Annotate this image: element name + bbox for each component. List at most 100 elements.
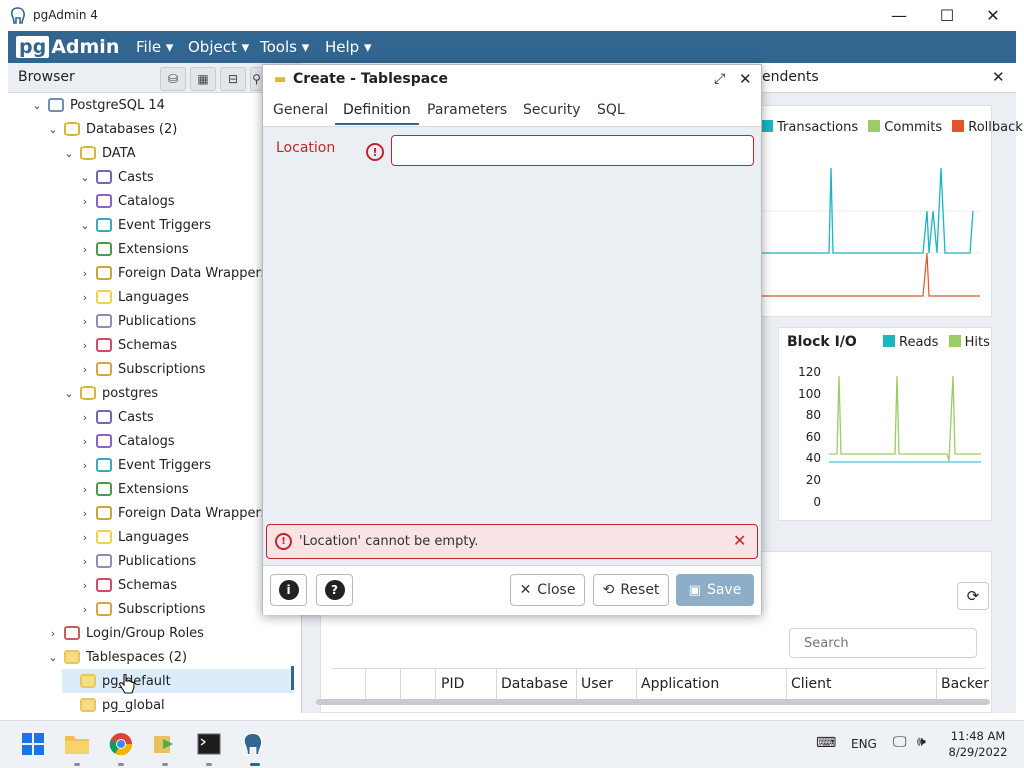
column-header-pid[interactable]: PID xyxy=(441,676,464,692)
chevron-right-icon[interactable]: › xyxy=(78,339,92,352)
maximize-button[interactable]: ☐ xyxy=(924,0,970,31)
keyboard-icon[interactable]: ⌨ xyxy=(816,735,836,751)
subscription-icon xyxy=(96,602,112,616)
network-icon[interactable]: 🖵 xyxy=(893,734,907,750)
tree-item[interactable]: › Login/Group Roles xyxy=(46,621,294,645)
tree-item-label: Schemas xyxy=(118,577,178,593)
tab-parameters[interactable]: Parameters xyxy=(427,102,507,118)
chevron-down-icon[interactable]: ⌄ xyxy=(46,651,60,664)
menu-tools[interactable]: Tools ▾ xyxy=(260,38,309,56)
chevron-right-icon[interactable]: › xyxy=(78,411,92,424)
refresh-button[interactable]: ⟳ xyxy=(957,582,989,610)
chevron-down-icon[interactable]: ⌄ xyxy=(62,147,76,160)
column-header-client[interactable]: Client xyxy=(791,676,832,692)
menu-help[interactable]: Help ▾ xyxy=(325,38,372,56)
start-button[interactable] xyxy=(20,731,46,757)
activity-search-box[interactable] xyxy=(789,628,977,658)
save-button[interactable]: ▣ Save xyxy=(676,574,754,606)
menu-file[interactable]: File ▾ xyxy=(136,38,173,56)
block-io-card: Block I/O Reads Hits 120 100 80 60 40 20… xyxy=(778,327,992,521)
chevron-right-icon[interactable]: › xyxy=(78,195,92,208)
dialog-header[interactable]: ▬ Create - Tablespace ⤢ ✕ xyxy=(263,65,761,95)
folder-icon: ▬ xyxy=(274,72,287,87)
tab-general[interactable]: General xyxy=(273,102,328,118)
terminal-button[interactable] xyxy=(196,731,222,757)
chevron-down-icon[interactable]: ⌄ xyxy=(78,171,92,184)
dismiss-error-icon[interactable]: ✕ xyxy=(733,531,746,550)
tab-sql[interactable]: SQL xyxy=(597,102,625,118)
app-button[interactable] xyxy=(152,731,178,757)
tree-item[interactable]: pg_default xyxy=(62,669,294,693)
view-data-button[interactable]: ▦ xyxy=(190,67,216,91)
chevron-right-icon[interactable]: › xyxy=(78,483,92,496)
chevron-right-icon[interactable]: › xyxy=(78,603,92,616)
search-objects-button[interactable]: ⚲ xyxy=(250,67,262,91)
chevron-right-icon[interactable]: › xyxy=(78,555,92,568)
chevron-right-icon[interactable]: › xyxy=(46,627,60,640)
tree-item[interactable]: pg_global xyxy=(62,693,294,713)
minimize-button[interactable]: — xyxy=(876,0,922,31)
chevron-right-icon[interactable]: › xyxy=(78,531,92,544)
chevron-right-icon[interactable]: › xyxy=(78,459,92,472)
language-indicator[interactable]: ENG xyxy=(851,737,877,751)
chevron-right-icon[interactable]: › xyxy=(78,243,92,256)
location-input[interactable] xyxy=(392,136,753,165)
column-header-application[interactable]: Application xyxy=(641,676,719,692)
chevron-right-icon[interactable]: › xyxy=(78,579,92,592)
column-divider xyxy=(576,669,577,699)
tree-item[interactable]: ⌄ Databases (2) xyxy=(46,117,294,141)
hand-cursor-icon xyxy=(119,674,135,694)
fdw-icon xyxy=(96,506,112,520)
tab-dependents[interactable]: endents xyxy=(762,69,819,85)
chevron-right-icon[interactable]: › xyxy=(78,435,92,448)
chevron-right-icon[interactable]: › xyxy=(78,291,92,304)
tree-item-label: Subscriptions xyxy=(118,361,206,377)
column-header-database[interactable]: Database xyxy=(501,676,568,692)
chevron-right-icon[interactable]: › xyxy=(78,507,92,520)
chevron-down-icon[interactable]: ⌄ xyxy=(46,123,60,136)
chevron-right-icon[interactable]: › xyxy=(78,267,92,280)
tree-scrollbar-thumb[interactable] xyxy=(291,666,294,690)
horizontal-scrollbar[interactable] xyxy=(316,699,990,705)
chrome-button[interactable] xyxy=(108,731,134,757)
close-dialog-icon[interactable]: ✕ xyxy=(739,70,752,88)
column-header-user[interactable]: User xyxy=(581,676,613,692)
menu-object[interactable]: Object ▾ xyxy=(188,38,249,56)
tab-security[interactable]: Security xyxy=(523,102,581,118)
chevron-right-icon[interactable]: › xyxy=(78,363,92,376)
info-button[interactable]: i xyxy=(270,574,307,606)
chevron-down-icon[interactable]: ⌄ xyxy=(62,387,76,400)
close-window-button[interactable]: ✕ xyxy=(970,0,1016,31)
chevron-right-icon[interactable]: › xyxy=(78,315,92,328)
volume-icon[interactable]: 🕪 xyxy=(917,734,926,750)
help-button[interactable]: ? xyxy=(316,574,353,606)
system-clock[interactable]: 11:48 AM 8/29/2022 xyxy=(946,728,1010,760)
location-field[interactable] xyxy=(391,135,754,166)
query-tool-button[interactable]: ⛁ xyxy=(160,67,186,91)
logo-admin: Admin xyxy=(51,36,120,58)
tree-item-label: Extensions xyxy=(118,241,189,257)
tree-item-label: Languages xyxy=(118,289,189,305)
activity-search-input[interactable] xyxy=(790,629,976,657)
tree-item[interactable]: ⌄ Tablespaces (2) xyxy=(46,645,294,669)
file-explorer-icon xyxy=(65,736,89,754)
close-panel-icon[interactable]: ✕ xyxy=(992,68,1005,86)
legend-commits: Commits xyxy=(884,120,943,135)
browser-panel: Browser ⛁ ▦ ⊟ ⚲ ⌄ PostgreSQL 14 ⌄ Databases… xyxy=(8,63,302,713)
filter-button[interactable]: ⊟ xyxy=(220,67,246,91)
column-header-backend[interactable]: Backer xyxy=(941,676,989,692)
maximize-dialog-icon[interactable]: ⤢ xyxy=(714,71,725,87)
reset-button[interactable]: ⟲ Reset xyxy=(593,574,669,606)
close-button[interactable]: ✕ Close xyxy=(510,574,585,606)
tab-definition[interactable]: Definition xyxy=(335,102,419,125)
pgadmin-taskbar-button[interactable] xyxy=(240,731,266,757)
chevron-down-icon[interactable]: ⌄ xyxy=(30,99,44,112)
chevron-down-icon[interactable]: ⌄ xyxy=(78,219,92,232)
tree-item[interactable]: ⌄ DATA xyxy=(62,141,294,165)
tree-item-label: Languages xyxy=(118,529,189,545)
tree-item[interactable]: ⌄ PostgreSQL 14 xyxy=(30,93,294,117)
file-explorer-button[interactable] xyxy=(64,731,90,757)
windows-icon xyxy=(22,733,44,755)
y-tick: 0 xyxy=(813,494,821,509)
tree-item[interactable]: ⌄ postgres xyxy=(62,381,294,405)
